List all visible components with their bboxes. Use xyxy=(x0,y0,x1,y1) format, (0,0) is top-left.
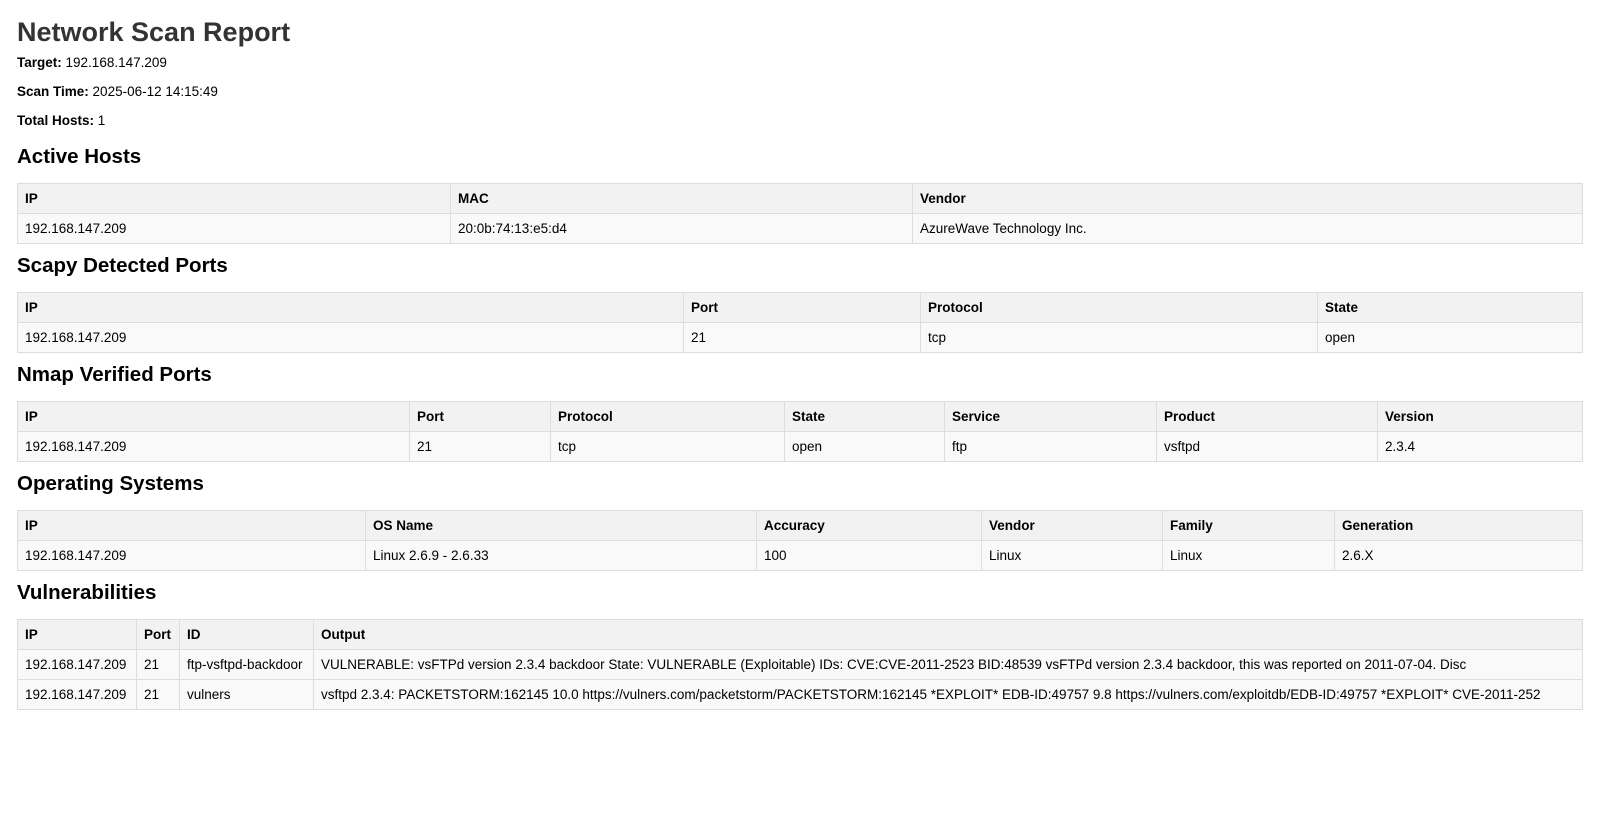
table-cell: vsftpd 2.3.4: PACKETSTORM:162145 10.0 ht… xyxy=(313,679,1583,710)
column-header: IP xyxy=(17,619,137,650)
section-heading-wrap: Operating Systems xyxy=(17,462,1583,510)
scapy-ports-table: IP Port Protocol State 192.168.147.209 2… xyxy=(17,292,1583,353)
column-header: Output xyxy=(313,619,1583,650)
operating-systems-section: Operating Systems IP OS Name Accuracy Ve… xyxy=(17,462,1583,571)
column-header: IP xyxy=(17,510,366,541)
section-heading-wrap: Scapy Detected Ports xyxy=(17,244,1583,292)
active-hosts-section: Active Hosts IP MAC Vendor 192.168.147.2… xyxy=(17,135,1583,244)
table-cell: 192.168.147.209 xyxy=(17,540,366,571)
table-cell: 21 xyxy=(409,431,551,462)
table-cell: 192.168.147.209 xyxy=(17,679,137,710)
column-header: Port xyxy=(136,619,180,650)
column-header: Generation xyxy=(1334,510,1583,541)
table-cell: 192.168.147.209 xyxy=(17,431,410,462)
column-header: ID xyxy=(179,619,314,650)
table-cell: tcp xyxy=(920,322,1318,353)
table-cell: AzureWave Technology Inc. xyxy=(912,213,1583,244)
column-header: IP xyxy=(17,401,410,432)
page-title: Network Scan Report xyxy=(17,17,291,47)
table-row: 192.168.147.209 Linux 2.6.9 - 2.6.33 100… xyxy=(17,540,1583,571)
table-cell: VULNERABLE: vsFTPd version 2.3.4 backdoo… xyxy=(313,649,1583,680)
total-hosts-value: 1 xyxy=(97,113,106,128)
column-header: Port xyxy=(683,292,921,323)
column-header: Vendor xyxy=(981,510,1163,541)
column-header: Vendor xyxy=(912,183,1583,214)
table-cell: 21 xyxy=(136,679,180,710)
scan-time-line: Scan Time: 2025-06-12 14:15:49 xyxy=(17,77,1583,106)
table-header-row: IP Port Protocol State xyxy=(17,292,1583,323)
table-cell: Linux 2.6.9 - 2.6.33 xyxy=(365,540,757,571)
target-line: Target: 192.168.147.209 xyxy=(17,48,1583,77)
table-cell: vulners xyxy=(179,679,314,710)
vulnerabilities-section: Vulnerabilities IP Port ID Output 192.16… xyxy=(17,571,1583,710)
column-header: Family xyxy=(1162,510,1335,541)
table-cell: 2.6.X xyxy=(1334,540,1583,571)
table-cell: 192.168.147.209 xyxy=(17,649,137,680)
total-hosts-label: Total Hosts: xyxy=(17,113,94,128)
nmap-ports-section: Nmap Verified Ports IP Port Protocol Sta… xyxy=(17,353,1583,462)
table-cell: tcp xyxy=(550,431,785,462)
table-header-row: IP Port ID Output xyxy=(17,619,1583,650)
table-cell: 2.3.4 xyxy=(1377,431,1583,462)
table-cell: 21 xyxy=(683,322,921,353)
column-header: Port xyxy=(409,401,551,432)
scapy-ports-heading: Scapy Detected Ports xyxy=(17,254,228,277)
table-cell: 20:0b:74:13:e5:d4 xyxy=(450,213,913,244)
column-header: Version xyxy=(1377,401,1583,432)
table-cell: 21 xyxy=(136,649,180,680)
column-header: OS Name xyxy=(365,510,757,541)
table-cell: ftp xyxy=(944,431,1157,462)
column-header: IP xyxy=(17,292,684,323)
scapy-ports-section: Scapy Detected Ports IP Port Protocol St… xyxy=(17,244,1583,353)
table-header-row: IP Port Protocol State Service Product V… xyxy=(17,401,1583,432)
table-row: 192.168.147.209 21 ftp-vsftpd-backdoor V… xyxy=(17,649,1583,680)
scan-time-value: 2025-06-12 14:15:49 xyxy=(92,84,218,99)
vulnerabilities-heading: Vulnerabilities xyxy=(17,581,157,604)
table-row: 192.168.147.209 21 vulners vsftpd 2.3.4:… xyxy=(17,679,1583,710)
active-hosts-table: IP MAC Vendor 192.168.147.209 20:0b:74:1… xyxy=(17,183,1583,244)
column-header: Protocol xyxy=(920,292,1318,323)
active-hosts-heading: Active Hosts xyxy=(17,145,142,168)
column-header: Service xyxy=(944,401,1157,432)
column-header: State xyxy=(1317,292,1583,323)
report-page: Network Scan Report Target: 192.168.147.… xyxy=(0,0,1600,710)
scan-time-label: Scan Time: xyxy=(17,84,89,99)
table-row: 192.168.147.209 21 tcp open xyxy=(17,322,1583,353)
table-cell: 100 xyxy=(756,540,982,571)
table-cell: 192.168.147.209 xyxy=(17,213,451,244)
section-heading-wrap: Nmap Verified Ports xyxy=(17,353,1583,401)
vulnerabilities-table: IP Port ID Output 192.168.147.209 21 ftp… xyxy=(17,619,1583,710)
table-row: 192.168.147.209 20:0b:74:13:e5:d4 AzureW… xyxy=(17,213,1583,244)
target-value: 192.168.147.209 xyxy=(65,55,167,70)
table-header-row: IP OS Name Accuracy Vendor Family Genera… xyxy=(17,510,1583,541)
table-cell: Linux xyxy=(981,540,1163,571)
section-heading-wrap: Vulnerabilities xyxy=(17,571,1583,619)
total-hosts-line: Total Hosts: 1 xyxy=(17,106,1583,135)
table-cell: open xyxy=(784,431,945,462)
column-header: MAC xyxy=(450,183,913,214)
column-header: IP xyxy=(17,183,451,214)
nmap-ports-table: IP Port Protocol State Service Product V… xyxy=(17,401,1583,462)
table-cell: open xyxy=(1317,322,1583,353)
target-label: Target: xyxy=(17,55,62,70)
operating-systems-table: IP OS Name Accuracy Vendor Family Genera… xyxy=(17,510,1583,571)
table-header-row: IP MAC Vendor xyxy=(17,183,1583,214)
nmap-ports-heading: Nmap Verified Ports xyxy=(17,363,212,386)
column-header: Accuracy xyxy=(756,510,982,541)
column-header: Protocol xyxy=(550,401,785,432)
column-header: State xyxy=(784,401,945,432)
operating-systems-heading: Operating Systems xyxy=(17,472,204,495)
section-heading-wrap: Active Hosts xyxy=(17,135,1583,183)
table-cell: ftp-vsftpd-backdoor xyxy=(179,649,314,680)
table-row: 192.168.147.209 21 tcp open ftp vsftpd 2… xyxy=(17,431,1583,462)
column-header: Product xyxy=(1156,401,1378,432)
table-cell: vsftpd xyxy=(1156,431,1378,462)
table-cell: Linux xyxy=(1162,540,1335,571)
table-cell: 192.168.147.209 xyxy=(17,322,684,353)
